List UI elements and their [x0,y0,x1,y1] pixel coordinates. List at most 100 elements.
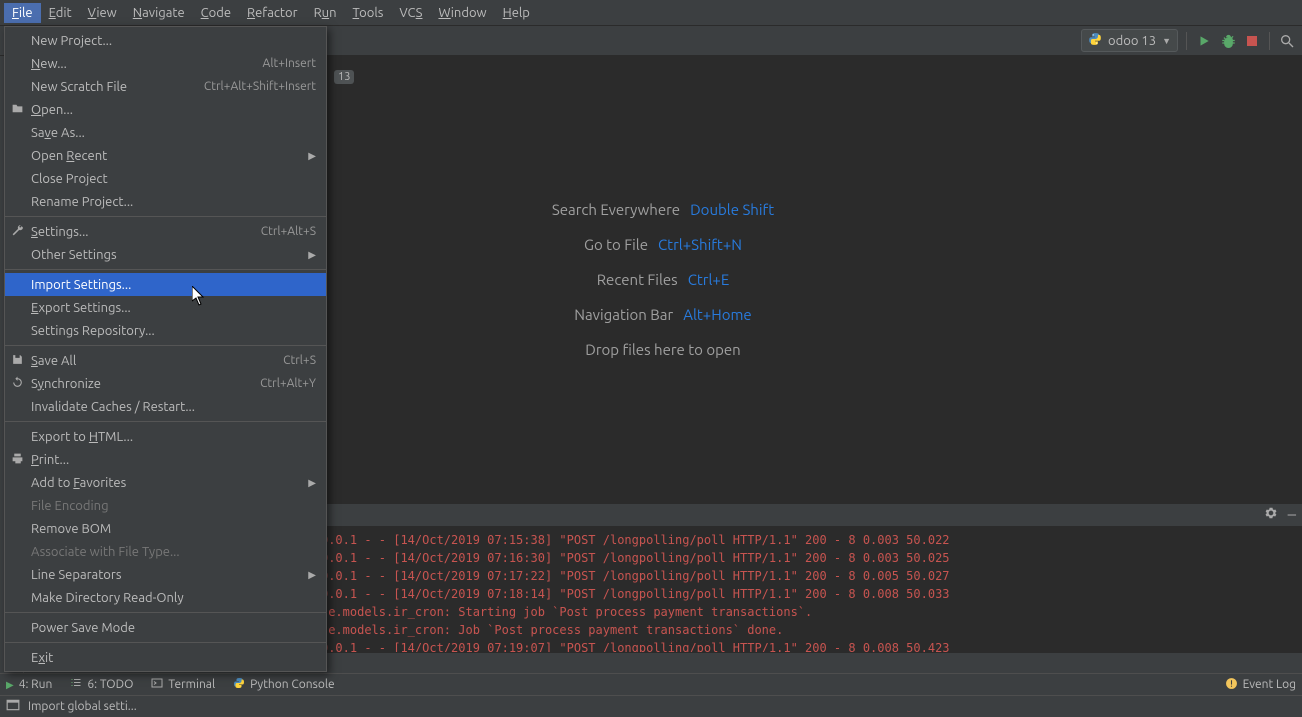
menu-item-remove-bom[interactable]: Remove BOM [5,517,326,540]
python-console-button[interactable]: Python Console [233,677,335,692]
menu-item-shortcut: Ctrl+S [283,354,316,367]
editor-tab-fragment[interactable]: 13 [334,70,354,84]
run-button[interactable] [1195,32,1213,50]
menu-separator [5,269,326,270]
menu-item-power-save-mode[interactable]: Power Save Mode [5,616,326,639]
menu-item-line-separators[interactable]: Line Separators▶ [5,563,326,586]
menu-separator [5,642,326,643]
menu-code[interactable]: Code [193,3,239,23]
menu-window[interactable]: Window [430,3,494,23]
welcome-hint: Recent FilesCtrl+E [597,271,730,288]
menu-separator [5,421,326,422]
wrench-icon [11,224,25,238]
menu-item-new[interactable]: New...Alt+Insert [5,52,326,75]
menu-item-print[interactable]: Print... [5,448,326,471]
file-menu-dropdown: New Project...New...Alt+InsertNew Scratc… [4,26,327,672]
welcome-hint-label: Go to File [584,236,648,253]
settings-icon[interactable] [1264,506,1278,524]
python-icon [1088,32,1102,49]
event-log-button[interactable]: Event Log [1225,677,1296,693]
menu-item-label: Rename Project... [31,195,316,209]
debug-button[interactable] [1219,32,1237,50]
menu-item-shortcut: Ctrl+Alt+Y [260,377,316,390]
menu-item-new-scratch-file[interactable]: New Scratch FileCtrl+Alt+Shift+Insert [5,75,326,98]
menu-tools[interactable]: Tools [345,3,392,23]
menu-item-invalidate-caches-restart[interactable]: Invalidate Caches / Restart... [5,395,326,418]
print-icon [11,452,25,466]
welcome-hint-shortcut: Ctrl+E [688,271,730,288]
menu-item-associate-with-file-type: Associate with File Type... [5,540,326,563]
welcome-hint: Navigation BarAlt+Home [574,306,751,323]
menu-item-settings[interactable]: Settings...Ctrl+Alt+S [5,220,326,243]
menu-refactor[interactable]: Refactor [239,3,306,23]
menu-item-export-to-html[interactable]: Export to HTML... [5,425,326,448]
menu-run[interactable]: Run [306,3,345,23]
terminal-tool-button[interactable]: Terminal [151,677,215,692]
menu-item-label: File Encoding [31,499,316,513]
menu-separator [5,216,326,217]
menu-item-save-as[interactable]: Save As... [5,121,326,144]
menu-item-exit[interactable]: Exit [5,646,326,669]
menu-item-export-settings[interactable]: Export Settings... [5,296,326,319]
menu-item-settings-repository[interactable]: Settings Repository... [5,319,326,342]
chevron-down-icon: ▼ [1162,36,1171,46]
run-config-label: odoo 13 [1108,34,1156,48]
menu-navigate[interactable]: Navigate [125,3,193,23]
menu-item-synchronize[interactable]: SynchronizeCtrl+Alt+Y [5,372,326,395]
todo-tool-button[interactable]: 6: TODO [70,677,133,692]
menu-item-new-project[interactable]: New Project... [5,29,326,52]
menu-item-close-project[interactable]: Close Project [5,167,326,190]
menu-item-label: Line Separators [31,568,308,582]
terminal-label: Terminal [168,678,215,691]
menu-item-label: Export to HTML... [31,430,316,444]
run-tool-button[interactable]: ▶ 4: Run [6,678,52,691]
menu-item-label: Open Recent [31,149,308,163]
menu-separator [5,345,326,346]
menu-item-label: Add to Favorites [31,476,308,490]
welcome-hint-label: Search Everywhere [552,201,680,218]
search-everywhere-button[interactable] [1278,32,1296,50]
menu-item-make-directory-read-only[interactable]: Make Directory Read-Only [5,586,326,609]
menu-item-open[interactable]: Open... [5,98,326,121]
menu-item-import-settings[interactable]: Import Settings... [5,273,326,296]
menu-item-label: Power Save Mode [31,621,316,635]
menu-item-label: Exit [31,651,316,665]
menu-item-add-to-favorites[interactable]: Add to Favorites▶ [5,471,326,494]
menubar: FileEditViewNavigateCodeRefactorRunTools… [0,0,1302,26]
menu-edit[interactable]: Edit [41,3,80,23]
menu-item-label: Print... [31,453,316,467]
menu-item-label: Import Settings... [31,278,316,292]
run-config-selector[interactable]: odoo 13 ▼ [1081,29,1178,52]
menu-file[interactable]: File [4,3,41,23]
todo-icon [70,677,82,692]
menu-item-label: Other Settings [31,248,308,262]
menu-item-save-all[interactable]: Save AllCtrl+S [5,349,326,372]
menu-item-other-settings[interactable]: Other Settings▶ [5,243,326,266]
menu-item-label: Settings... [31,225,261,239]
menu-item-label: Invalidate Caches / Restart... [31,400,316,414]
menu-view[interactable]: View [80,3,125,23]
bottom-tool-buttons: ▶ 4: Run 6: TODO Terminal Python Console… [0,673,1302,695]
menu-item-open-recent[interactable]: Open Recent▶ [5,144,326,167]
menu-item-shortcut: Alt+Insert [263,57,316,70]
disk-icon [11,353,25,367]
welcome-hint-shortcut: Ctrl+Shift+N [658,236,742,253]
menu-item-label: New Project... [31,34,316,48]
menu-item-shortcut: Ctrl+Alt+S [261,225,316,238]
run-tool-label: 4: Run [19,678,53,691]
menu-help[interactable]: Help [495,3,538,23]
status-window-icon[interactable] [6,698,20,715]
folder-icon [11,102,25,116]
menu-item-label: Open... [31,103,316,117]
menu-vcs[interactable]: VCS [391,3,430,23]
welcome-hint-label: Drop files here to open [585,341,740,358]
stop-button[interactable] [1243,32,1261,50]
todo-label: 6: TODO [87,678,133,691]
menu-item-label: New... [31,57,263,71]
menu-item-label: Associate with File Type... [31,545,316,559]
status-bar: Import global setti... [0,695,1302,717]
menu-item-rename-project[interactable]: Rename Project... [5,190,326,213]
menu-item-label: Synchronize [31,377,260,391]
terminal-icon [151,677,163,692]
minimize-icon[interactable]: — [1288,507,1296,523]
